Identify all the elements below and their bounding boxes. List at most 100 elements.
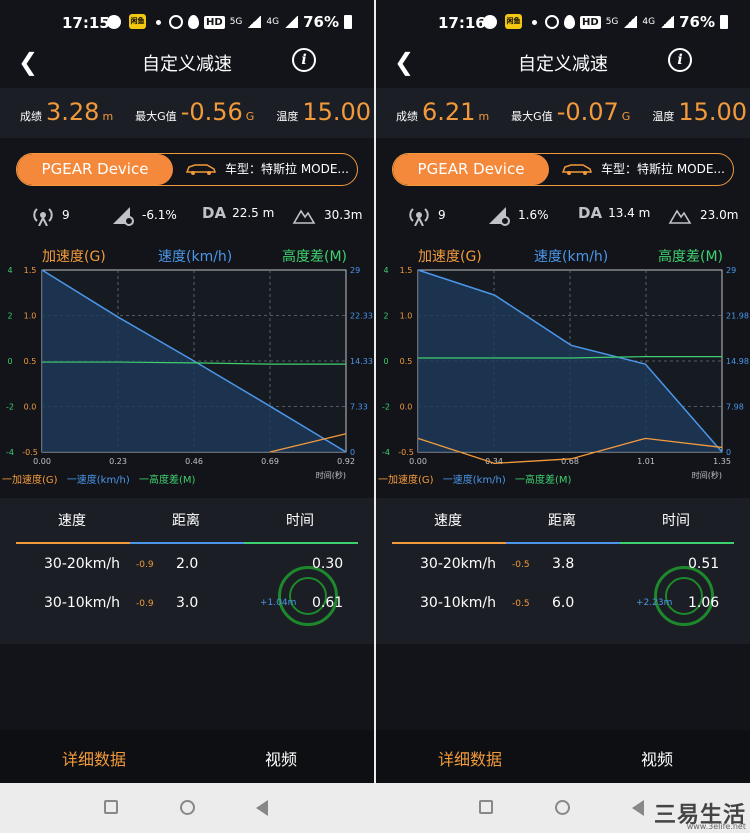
legend-speed: 一速度(km/h) <box>66 475 130 486</box>
slope-metric: -6.1% <box>112 204 177 226</box>
tick-label-accel: -4 <box>6 448 14 457</box>
row-time: 0.61 <box>312 595 344 611</box>
slope-value: 1.6% <box>518 208 549 222</box>
location-icon <box>188 15 200 29</box>
alarm-icon <box>545 15 560 29</box>
row-extra: +1.04m <box>260 598 297 608</box>
row-g: -0.5 <box>512 599 530 609</box>
x-axis-title: 时间(秒) <box>316 470 346 480</box>
message-icon <box>483 15 497 29</box>
battery-icon <box>720 15 728 29</box>
score-value: 6.21 <box>422 98 476 126</box>
tick-label-left: 1.0 <box>24 312 37 321</box>
device-selector[interactable]: PGEAR Device 车型：特斯拉 MODE... <box>392 153 734 186</box>
max-g-unit: G <box>621 110 631 123</box>
tab-video[interactable]: 视频 <box>265 746 297 770</box>
row-distance: 2.0 <box>176 556 199 572</box>
net-5g-icon: 5G <box>229 16 243 27</box>
info-icon[interactable]: i <box>292 48 316 72</box>
home-button-right[interactable] <box>555 800 570 815</box>
temp-value: 15.00 <box>678 98 748 126</box>
device-name-button[interactable]: PGEAR Device <box>393 154 549 185</box>
col-speed: 速度 <box>58 513 86 529</box>
home-button[interactable] <box>180 800 195 815</box>
battery-level: 76% <box>303 13 339 31</box>
max-g-label: 最大G值 <box>135 110 177 123</box>
row-distance: 3.0 <box>176 595 199 611</box>
bottom-tabs: 详细数据 视频 <box>0 730 374 783</box>
tick-label-speed: 14.98 <box>726 357 749 366</box>
back-nav-button[interactable] <box>256 800 268 816</box>
tick-label-left: -0.5 <box>398 448 414 457</box>
chart-legend: 一加速度(G) 一速度(km/h) 一高度差(M) <box>378 471 577 486</box>
tick-label-left: 1.5 <box>24 266 37 275</box>
bottom-tabs: 详细数据 视频 <box>376 730 750 783</box>
signal-icon-2 <box>284 16 299 28</box>
car-icon <box>185 164 217 175</box>
da-value: 22.5 m <box>232 206 275 220</box>
tick-label-speed: 0 <box>726 448 731 457</box>
net-5g-icon: 5G <box>605 16 619 27</box>
row-time: 0.51 <box>688 556 720 572</box>
metrics-row: 9 -6.1% DA 22.5 m 30.3m <box>0 204 374 232</box>
score-value: 3.28 <box>46 98 100 126</box>
tab-detail-data[interactable]: 详细数据 <box>438 746 502 770</box>
row-range: 30-20km/h <box>420 556 497 572</box>
tick-label-accel: 0 <box>383 357 388 366</box>
col-speed: 速度 <box>434 513 462 529</box>
alarm-icon <box>169 15 184 29</box>
satellite-signal-icon <box>33 208 53 226</box>
speed-underline <box>392 542 506 544</box>
car-icon <box>561 164 593 175</box>
score-label: 成绩 <box>20 110 42 123</box>
tick-label-accel: 2 <box>383 312 388 321</box>
altitude-value: 23.0m <box>700 208 739 222</box>
car-model: 车型：特斯拉 MODE... <box>601 162 725 176</box>
battery-icon <box>344 15 352 29</box>
notification-dot-icon <box>156 20 161 25</box>
hd-icon: HD <box>580 15 601 29</box>
slope-value: -6.1% <box>142 208 177 222</box>
tick-label-left: 0.5 <box>24 357 37 366</box>
tick-label-speed: 22.33 <box>350 312 373 321</box>
tab-video[interactable]: 视频 <box>641 746 673 770</box>
tick-label-speed: 21.98 <box>726 312 749 321</box>
satellites-metric: 9 <box>32 204 70 226</box>
tab-detail-data[interactable]: 详细数据 <box>62 746 126 770</box>
results-table: 速度 距离 时间 30-20km/h -0.9 2.0 0.30 30-10km… <box>0 498 374 644</box>
info-icon[interactable]: i <box>668 48 692 72</box>
tick-label-accel: -4 <box>382 448 390 457</box>
tick-label-accel: -2 <box>6 403 14 412</box>
phone-screen-right: 17:16 闲鱼 HD 5G 4G 76% ❮ 自定义减速 i 成绩 6.21 … <box>376 0 750 783</box>
row-time: 0.30 <box>312 556 344 572</box>
tick-label-time: 0.69 <box>261 457 279 466</box>
satellite-signal-icon <box>409 208 429 226</box>
row-g: -0.5 <box>512 560 530 570</box>
device-name-button[interactable]: PGEAR Device <box>17 154 173 185</box>
tick-label-left: 0.0 <box>400 403 413 412</box>
metrics-row: 9 1.6% DA 13.4 m 23.0m <box>376 204 750 232</box>
row-range: 30-10km/h <box>420 595 497 611</box>
da-label: DA <box>202 204 227 222</box>
decel-chart: 4 2 0 -2 -4 1.5 1.0 0.5 0.0 -0.5 29 21.98 14.98 7.98 0… <box>382 266 749 480</box>
net-4g-icon: 4G <box>266 16 280 27</box>
time-underline <box>244 542 358 544</box>
tick-label-accel: 4 <box>383 266 388 275</box>
row-range: 30-10km/h <box>44 595 121 611</box>
recents-button[interactable] <box>104 800 118 814</box>
watermark-url: www.3elife.net <box>686 822 746 831</box>
title-bar: ❮ 自定义减速 i <box>376 44 750 80</box>
device-selector[interactable]: PGEAR Device 车型：特斯拉 MODE... <box>16 153 358 186</box>
page-title: 自定义减速 <box>142 54 232 75</box>
decel-chart: 4 2 0 -2 -4 1.5 1.0 0.5 0.0 -0.5 29 22.33 14.33 7.33 0… <box>6 266 373 480</box>
notification-dot-icon <box>532 20 537 25</box>
distance-underline <box>506 542 620 544</box>
back-nav-button-right[interactable] <box>632 800 644 816</box>
tick-label-speed: 29 <box>726 266 736 275</box>
col-time: 时间 <box>286 513 314 529</box>
results-table: 速度 距离 时间 30-20km/h -0.5 3.8 0.51 30-10km… <box>376 498 750 644</box>
recents-button-right[interactable] <box>479 800 493 814</box>
row-range: 30-20km/h <box>44 556 121 572</box>
tick-label-speed: 7.98 <box>726 403 744 412</box>
legend-accel: 一加速度(G) <box>378 475 434 486</box>
